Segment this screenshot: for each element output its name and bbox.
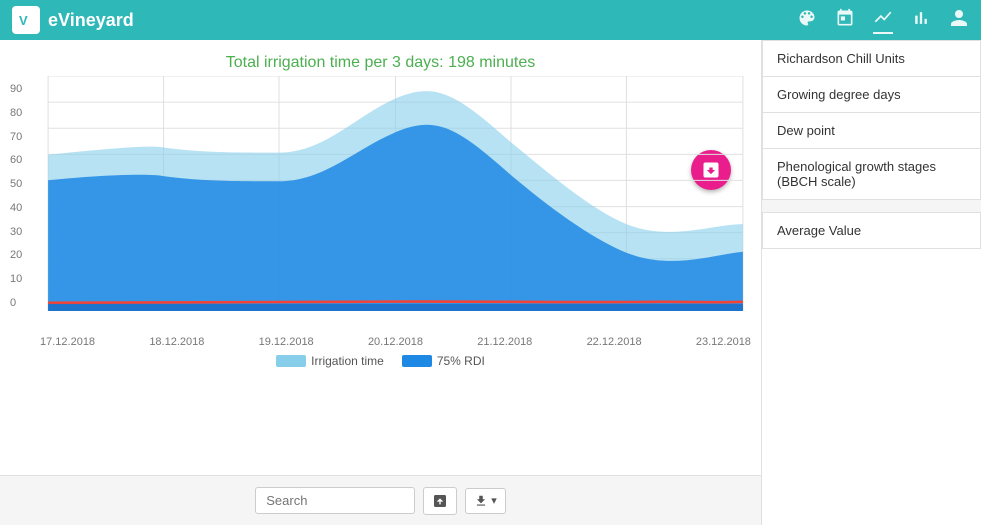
user-icon[interactable] — [949, 8, 969, 33]
legend-color-rdi — [402, 355, 432, 367]
main-layout: Total irrigation time per 3 days: 198 mi… — [0, 40, 981, 525]
svg-text:V: V — [19, 13, 28, 28]
chart-line-icon[interactable] — [873, 7, 893, 34]
sidebar-divider — [762, 200, 981, 212]
chart-legend: Irrigation time 75% RDI — [0, 354, 761, 368]
legend-irrigation: Irrigation time — [276, 354, 384, 368]
x-axis-labels: 17.12.2018 18.12.2018 19.12.2018 20.12.2… — [0, 336, 761, 348]
bottom-toolbar: ▾ — [0, 475, 761, 525]
sidebar-item-phenological[interactable]: Phenological growth stages (BBCH scale) — [763, 149, 980, 199]
y-axis-labels: 90 80 70 60 50 40 30 20 10 0 — [10, 81, 40, 311]
sidebar-item-growing[interactable]: Growing degree days — [763, 77, 980, 113]
bar-chart-icon[interactable] — [911, 8, 931, 33]
logo: V eVineyard — [12, 6, 134, 34]
sidebar: Richardson Chill Units Growing degree da… — [761, 40, 981, 525]
app-title: eVineyard — [48, 10, 134, 31]
legend-label-rdi: 75% RDI — [437, 354, 485, 368]
header-icons — [797, 7, 969, 34]
chart-title: Total irrigation time per 3 days: 198 mi… — [0, 40, 761, 76]
sidebar-item-avg[interactable]: Average Value — [762, 212, 981, 249]
search-input[interactable] — [255, 487, 415, 514]
sidebar-menu: Richardson Chill Units Growing degree da… — [762, 40, 981, 200]
palette-icon[interactable] — [797, 8, 817, 33]
download-button[interactable]: ▾ — [465, 488, 506, 514]
export-table-button[interactable] — [423, 487, 457, 515]
calendar-icon[interactable] — [835, 8, 855, 33]
legend-color-irrigation — [276, 355, 306, 367]
chart-area: Total irrigation time per 3 days: 198 mi… — [0, 40, 761, 525]
app-header: V eVineyard — [0, 0, 981, 40]
legend-rdi: 75% RDI — [402, 354, 485, 368]
sidebar-item-dew[interactable]: Dew point — [763, 113, 980, 149]
legend-label-irrigation: Irrigation time — [311, 354, 384, 368]
chart-svg — [40, 76, 751, 311]
sidebar-item-richardson[interactable]: Richardson Chill Units — [763, 41, 980, 77]
dropdown-arrow: ▾ — [491, 494, 497, 507]
logo-icon: V — [12, 6, 40, 34]
